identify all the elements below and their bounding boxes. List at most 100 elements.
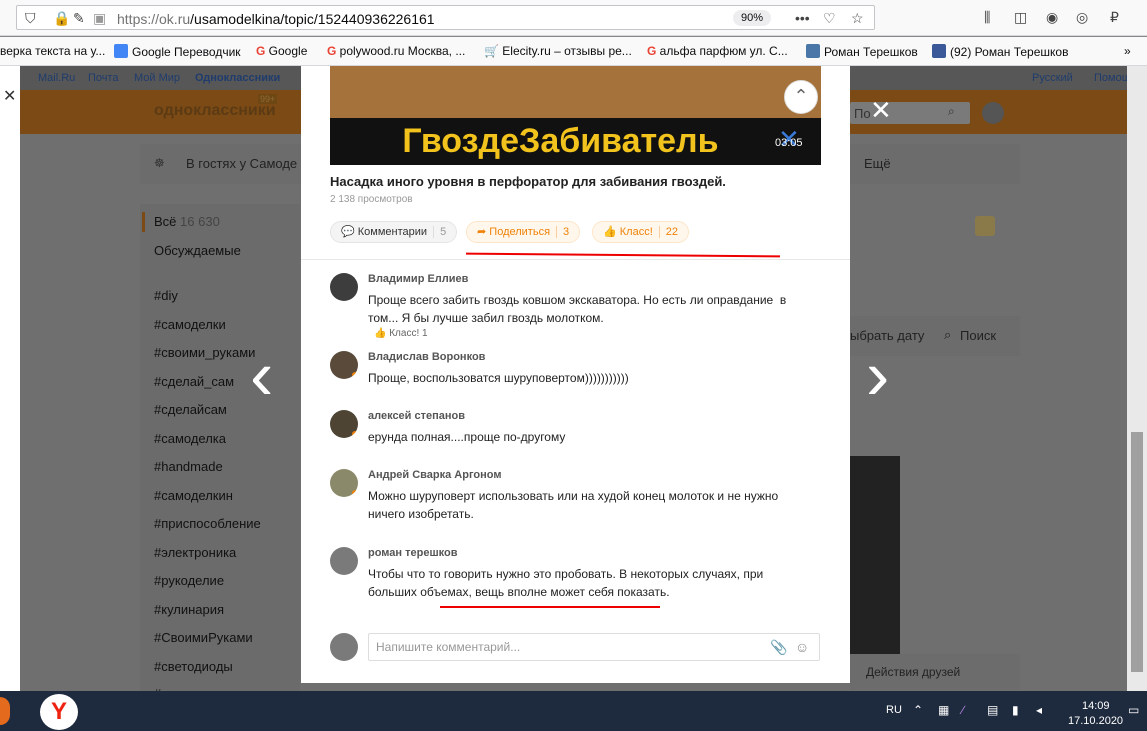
more-menu[interactable]: Ещё bbox=[864, 156, 891, 171]
clipboard-icon[interactable]: ▤ bbox=[987, 703, 998, 717]
avatar[interactable] bbox=[330, 273, 358, 301]
tag-link[interactable]: #самоделкин bbox=[154, 488, 233, 503]
tray-app-icon[interactable]: ▦ bbox=[938, 703, 949, 717]
pocket-icon[interactable]: ♡ bbox=[823, 6, 836, 30]
comment-like[interactable]: 👍 Класс! 1 bbox=[374, 328, 428, 339]
lock-icon[interactable]: 🔒 bbox=[53, 6, 70, 30]
tag-link[interactable]: #кулинария bbox=[154, 602, 224, 617]
comment-author[interactable]: роман терешков bbox=[368, 547, 457, 559]
attach-icon[interactable]: 📎 bbox=[770, 639, 787, 656]
avatar[interactable] bbox=[330, 547, 358, 575]
active-indicator bbox=[142, 212, 145, 232]
taskbar: Y RU ⌃ ▦ ∕ ▤ ▮ ◂ 14:09 17.10.2020 ▭ bbox=[0, 691, 1147, 731]
tag-link[interactable]: #светодиоды bbox=[154, 659, 233, 674]
bookmark-item[interactable]: G альфа парфюм ул. С... bbox=[647, 44, 788, 58]
comment-author[interactable]: Владислав Воронков bbox=[368, 351, 485, 363]
like-button[interactable]: 👍 Класс! 22 bbox=[592, 221, 690, 243]
bookmark-label: polywood.ru Москва, ... bbox=[339, 44, 466, 58]
chevron-up-icon[interactable]: ⌃ bbox=[784, 80, 818, 114]
bookmarks-overflow-icon[interactable]: » bbox=[1124, 44, 1131, 58]
portal-link[interactable]: Мой Мир bbox=[134, 72, 180, 84]
comment-text: Можно шуруповерт использовать или на худ… bbox=[368, 489, 779, 521]
search-link[interactable]: Поиск bbox=[960, 328, 996, 343]
photo-icon[interactable] bbox=[975, 216, 995, 236]
tag-link[interactable]: #своими_руками bbox=[154, 345, 255, 360]
video-player[interactable]: ГвоздеЗабиватель ✕ bbox=[330, 66, 821, 165]
tag-link[interactable]: #сделайсам bbox=[154, 402, 227, 417]
network-icon[interactable]: ▮ bbox=[1012, 703, 1019, 717]
zoom-level[interactable]: 90% bbox=[733, 10, 771, 26]
facebook-icon bbox=[932, 44, 946, 58]
share-button[interactable]: ➦ Поделиться 3 bbox=[466, 221, 581, 243]
tag-link[interactable]: #самоделки bbox=[154, 317, 226, 332]
search-input[interactable]: По ⌕ bbox=[850, 102, 970, 124]
tag-link[interactable]: #handmade bbox=[154, 459, 223, 474]
tray-pen-icon[interactable]: ∕ bbox=[962, 703, 964, 717]
comment-author[interactable]: Владимир Еллиев bbox=[368, 273, 468, 285]
share-icon: ➦ bbox=[477, 226, 490, 238]
bookmark-item[interactable]: 🛒 Elecity.ru – отзывы ре... bbox=[484, 44, 632, 58]
clock-time[interactable]: 14:09 bbox=[1082, 700, 1110, 712]
avatar[interactable] bbox=[330, 410, 358, 438]
library-icon[interactable]: ⫼ bbox=[984, 5, 990, 29]
bookmark-item[interactable]: G Google bbox=[256, 44, 307, 58]
search-icon[interactable]: ⌕ bbox=[948, 104, 955, 119]
page-actions-icon[interactable]: ••• bbox=[795, 6, 810, 30]
scrollbar-thumb[interactable] bbox=[1131, 432, 1143, 672]
comment-author[interactable]: Андрей Сварка Аргоном bbox=[368, 469, 501, 481]
bookmark-item[interactable]: (92) Роман Терешков bbox=[932, 44, 1068, 59]
close-icon[interactable]: ✕ bbox=[3, 86, 16, 106]
prev-post-arrow[interactable]: ‹ bbox=[250, 340, 290, 420]
clock-date[interactable]: 17.10.2020 bbox=[1068, 715, 1123, 727]
comment-author[interactable]: алексей степанов bbox=[368, 410, 465, 422]
language-select[interactable]: Русский bbox=[1032, 72, 1073, 84]
tag-link[interactable]: #diy bbox=[154, 288, 178, 303]
input-language[interactable]: RU bbox=[886, 704, 902, 716]
portal-link[interactable]: Почта bbox=[88, 72, 119, 84]
next-post-arrow[interactable]: › bbox=[866, 340, 906, 420]
menu-discussed[interactable]: Обсуждаемые bbox=[154, 243, 241, 258]
ruble-addon-icon[interactable]: ₽ bbox=[1110, 5, 1119, 29]
addon-icon[interactable]: ◎ bbox=[1076, 5, 1088, 29]
group-title[interactable]: В гостях у Самоде bbox=[186, 156, 297, 171]
shield-icon[interactable]: ⛉ bbox=[25, 6, 36, 30]
comment-input[interactable] bbox=[368, 633, 820, 661]
ok-logo[interactable]: одноклассники bbox=[154, 102, 276, 120]
account-icon[interactable]: ◉ bbox=[1046, 5, 1058, 29]
emoji-icon[interactable]: ☺ bbox=[795, 639, 809, 655]
tag-link[interactable]: #самоделка bbox=[154, 431, 226, 446]
avatar[interactable] bbox=[330, 469, 358, 497]
url-text[interactable]: https://ok.ru/usamodelkina/topic/1524409… bbox=[117, 11, 435, 27]
sidebar-icon[interactable]: ◫ bbox=[1014, 5, 1027, 29]
portal-link[interactable]: Mail.Ru bbox=[38, 72, 75, 84]
portal-link[interactable]: Одноклассники bbox=[195, 72, 280, 84]
notifications-icon[interactable]: ▭ bbox=[1128, 703, 1139, 717]
bookmark-item[interactable]: Google Переводчик bbox=[114, 44, 241, 59]
close-modal-icon[interactable]: ✕ bbox=[870, 97, 892, 123]
tag-link[interactable]: #сделай_сам bbox=[154, 374, 234, 389]
yandex-browser-icon[interactable]: Y bbox=[40, 694, 78, 730]
bookmark-item[interactable]: Роман Терешков bbox=[806, 44, 918, 59]
url-bar[interactable]: ⛉ 🔒 ✎ ▣ https://ok.ru/usamodelkina/topic… bbox=[16, 5, 875, 30]
avatar[interactable] bbox=[982, 102, 1004, 124]
volume-icon[interactable]: ◂ bbox=[1036, 703, 1042, 717]
video-duration: 03:05 bbox=[775, 137, 803, 149]
tag-link[interactable]: #СвоимиРуками bbox=[154, 630, 253, 645]
tag-link[interactable]: #электроника bbox=[154, 545, 236, 560]
tray-arrow-icon[interactable]: ⌃ bbox=[913, 703, 923, 717]
page-scrollbar[interactable] bbox=[1127, 66, 1147, 691]
comment-text: Проще, воспользоватся шуруповертом))))))… bbox=[368, 371, 629, 385]
share-count: 3 bbox=[556, 226, 570, 238]
page-icon: ▣ bbox=[93, 10, 107, 26]
permissions-icon[interactable]: ✎ bbox=[73, 6, 85, 30]
bookmark-item[interactable]: G polywood.ru Москва, ... bbox=[327, 44, 465, 58]
bookmark-item[interactable]: верка текста на у... bbox=[0, 44, 105, 58]
tag-link[interactable]: #рукоделие bbox=[154, 573, 224, 588]
tag-link[interactable]: #приспособление bbox=[154, 516, 261, 531]
menu-all[interactable]: Всё 16 630 bbox=[154, 214, 220, 229]
bookmark-star-icon[interactable]: ☆ bbox=[851, 6, 864, 30]
comments-button[interactable]: 💬 Комментарии 5 bbox=[330, 221, 458, 243]
avatar[interactable] bbox=[330, 351, 358, 379]
start-button[interactable] bbox=[0, 697, 10, 725]
friends-actions-label[interactable]: Действия друзей bbox=[866, 665, 960, 679]
